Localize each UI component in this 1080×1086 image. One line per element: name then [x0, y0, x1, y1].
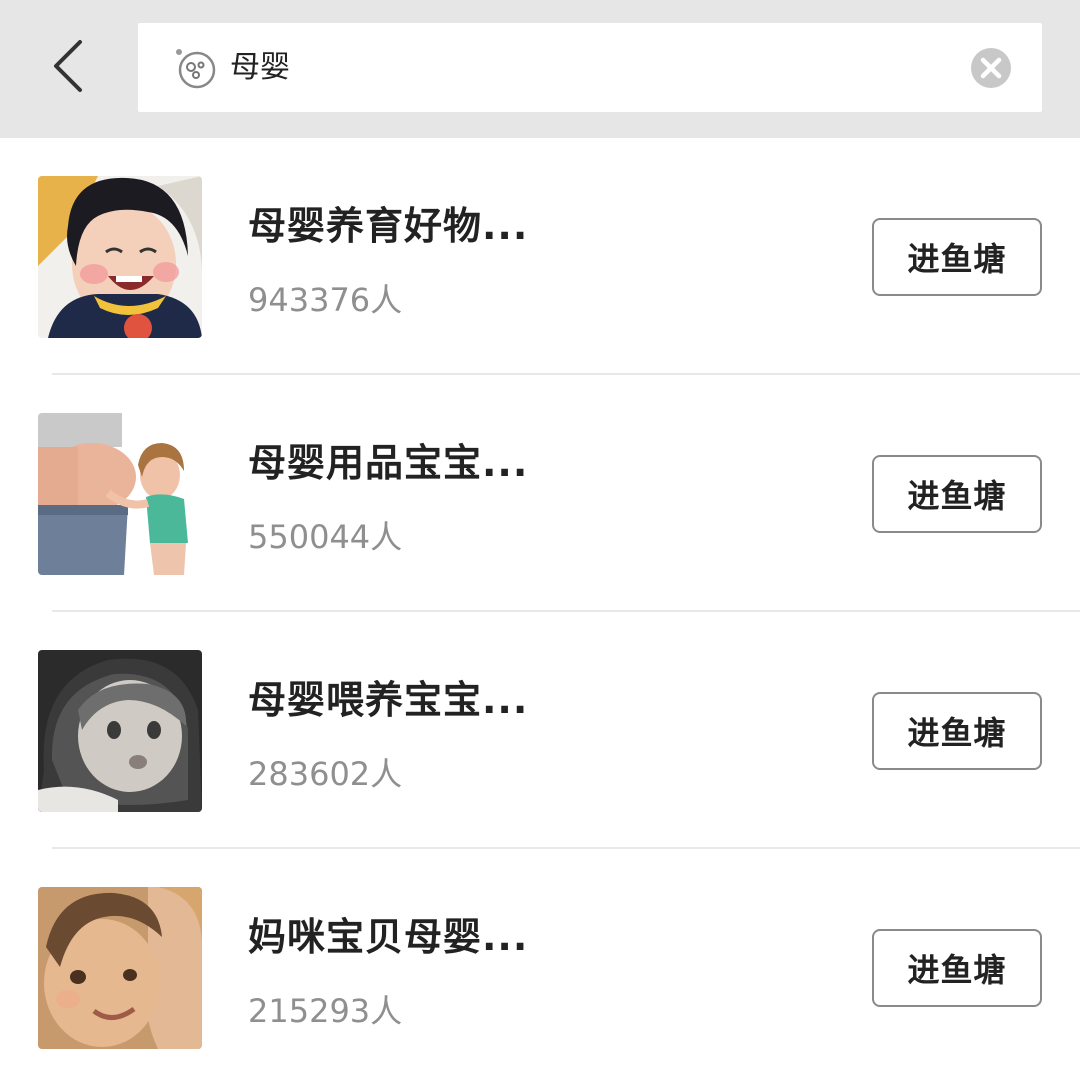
- group-title: 母婴喂养宝宝...: [248, 678, 529, 722]
- fish-bubble-icon: [176, 49, 216, 89]
- member-count: 550044人: [248, 518, 403, 556]
- group-title: 母婴用品宝宝...: [248, 441, 529, 485]
- join-group-button[interactable]: 进鱼塘: [872, 218, 1042, 296]
- list-item[interactable]: 妈咪宝贝母婴... 215293人 进鱼塘: [0, 849, 1080, 1086]
- group-thumbnail[interactable]: [38, 176, 202, 338]
- list-item[interactable]: 母婴喂养宝宝... 283602人 进鱼塘: [0, 612, 1080, 849]
- group-thumbnail[interactable]: [38, 887, 202, 1049]
- smiling-toddler-photo: [38, 176, 202, 338]
- group-title: 妈咪宝贝母婴...: [248, 915, 529, 959]
- chevron-left-icon: [54, 40, 82, 92]
- join-group-button[interactable]: 进鱼塘: [872, 455, 1042, 533]
- group-title: 母婴养育好物...: [248, 204, 529, 248]
- mother-baby-photo: [38, 887, 202, 1049]
- join-group-button[interactable]: 进鱼塘: [872, 692, 1042, 770]
- baby-helmet-bw-photo: [38, 650, 202, 812]
- member-count: 215293人: [248, 992, 403, 1030]
- member-count: 943376人: [248, 281, 403, 319]
- join-group-button[interactable]: 进鱼塘: [872, 929, 1042, 1007]
- list-item[interactable]: 母婴用品宝宝... 550044人 进鱼塘: [0, 375, 1080, 612]
- group-thumbnail[interactable]: [38, 413, 202, 575]
- clear-circle-icon[interactable]: [970, 47, 1012, 89]
- back-button[interactable]: [40, 34, 100, 98]
- search-input[interactable]: 母婴: [138, 23, 1042, 112]
- list-item[interactable]: 母婴养育好物... 943376人 进鱼塘: [0, 138, 1080, 375]
- member-count: 283602人: [248, 755, 403, 793]
- group-thumbnail[interactable]: [38, 650, 202, 812]
- search-query[interactable]: 母婴: [230, 45, 290, 91]
- search-header: 母婴: [0, 0, 1080, 138]
- pregnant-belly-child-photo: [38, 413, 202, 575]
